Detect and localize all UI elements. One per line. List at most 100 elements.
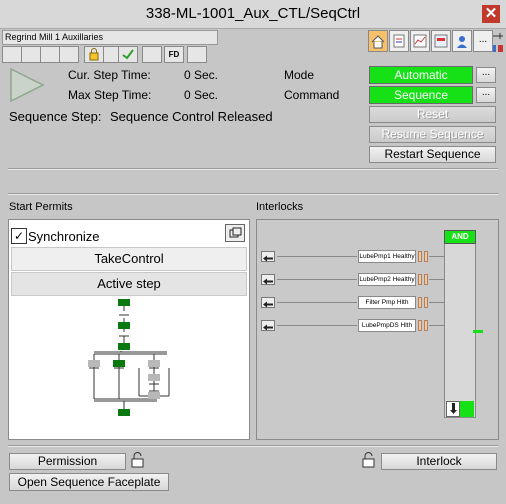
command-value-display: Sequence Running xyxy=(369,86,473,118)
interlock-contact-right xyxy=(424,251,428,262)
trend-icon xyxy=(413,34,427,48)
interlocks-panel: LubePmp1 Healthy LubePmp2 Healthy Filter P… xyxy=(256,219,499,440)
restart-sequence-button[interactable]: Restart Sequence xyxy=(369,146,496,163)
sequence-step-block-branch-5[interactable] xyxy=(148,392,160,399)
and-output-indicator xyxy=(460,401,474,417)
checkmark-icon xyxy=(122,49,134,60)
interlock-contact-left xyxy=(418,251,422,262)
notes-icon xyxy=(393,34,405,48)
arrow-left-icon xyxy=(263,324,273,331)
mode-value-display: Automatic xyxy=(369,66,473,84)
priority-icon[interactable] xyxy=(492,42,504,52)
max-step-time-label: Max Step Time: xyxy=(68,88,152,102)
play-icon xyxy=(10,67,45,103)
user-button[interactable] xyxy=(452,30,472,52)
open-sequence-faceplate-button[interactable]: Open Sequence Faceplate xyxy=(9,473,169,491)
sequence-step-block-2[interactable] xyxy=(118,322,130,329)
interlock-label: LubePmp1 Healthy xyxy=(358,250,416,263)
status-cell-4 xyxy=(59,46,79,63)
interlock-label: Filter Pmp Hlth xyxy=(358,296,416,309)
interlock-contact-left xyxy=(418,320,422,331)
home-button[interactable] xyxy=(368,30,388,52)
play-state-indicator xyxy=(8,66,46,104)
close-button[interactable]: ✕ xyxy=(482,5,500,23)
and-gate: AND xyxy=(444,230,483,418)
interlock-contact-left xyxy=(418,297,422,308)
expand-down-button[interactable] xyxy=(446,401,460,417)
interlocks-title: Interlocks xyxy=(256,201,304,213)
sequence-step-block-start[interactable] xyxy=(118,299,130,306)
sequence-step-block-end[interactable] xyxy=(118,409,130,416)
permission-button[interactable]: Permission xyxy=(9,453,126,470)
status-cell-3 xyxy=(40,46,60,63)
interlock-bypass-button[interactable] xyxy=(261,251,275,262)
mode-more-button[interactable]: ... xyxy=(476,67,496,83)
trend-button[interactable] xyxy=(410,30,430,52)
sequence-step-label: Sequence Step: xyxy=(9,109,102,124)
sequence-step-block-branch-4[interactable] xyxy=(148,374,160,381)
synchronize-label: Synchronize xyxy=(28,229,100,244)
sequence-diagram xyxy=(88,299,170,416)
arrow-left-icon xyxy=(263,301,273,308)
user-icon xyxy=(457,36,467,48)
max-step-time-unit: Sec. xyxy=(194,88,219,102)
separator-mid xyxy=(8,193,498,195)
cur-step-time-unit: Sec. xyxy=(194,68,219,82)
interlock-bypass-button[interactable] xyxy=(261,320,275,331)
interlock-bypass-button[interactable] xyxy=(261,274,275,285)
interlock-bypass-button[interactable] xyxy=(261,297,275,308)
interlock-label: LubePmpDS Hlth xyxy=(358,319,416,332)
cur-step-time-value: 0 xyxy=(184,68,191,82)
window-title: 338-ML-1001_Aux_CTL/SeqCtrl xyxy=(145,5,361,22)
popout-button[interactable] xyxy=(225,224,245,242)
arrow-down-icon xyxy=(450,403,457,414)
lock-status-cell xyxy=(84,46,104,63)
interlock-contact-right xyxy=(424,320,428,331)
area-name: Regrind Mill 1 Auxillaries xyxy=(2,30,218,45)
start-permits-title: Start Permits xyxy=(9,201,73,213)
resume-sequence-button[interactable]: Resume Sequence xyxy=(369,126,496,143)
status-cell-1 xyxy=(2,46,22,63)
status-cell-2 xyxy=(21,46,41,63)
pin-icon[interactable] xyxy=(492,30,504,40)
sequence-step-block-branch-1[interactable] xyxy=(88,360,100,367)
toolbar-more-button[interactable]: ... xyxy=(473,30,493,52)
faceplate-icon xyxy=(434,34,448,48)
interlock-contact-right xyxy=(424,297,428,308)
active-step-button[interactable]: Active step xyxy=(11,272,247,296)
interlock-lock-icon xyxy=(360,451,376,469)
status-cell-10 xyxy=(187,46,207,63)
sequence-step-block-branch-3[interactable] xyxy=(148,360,160,367)
title-bar: 338-ML-1001_Aux_CTL/SeqCtrl ✕ xyxy=(0,0,506,29)
interlock-contact-left xyxy=(418,274,422,285)
arrow-left-icon xyxy=(263,255,273,262)
check-status-cell xyxy=(118,46,138,63)
status-cell-8 xyxy=(142,46,162,63)
fd-status-cell: FD xyxy=(164,46,184,63)
interlock-line xyxy=(277,325,357,326)
interlock-button[interactable]: Interlock xyxy=(381,453,497,470)
cur-step-time-label: Cur. Step Time: xyxy=(68,68,151,82)
synchronize-checkbox[interactable]: ✓ xyxy=(11,228,27,244)
start-permits-panel: ✓ Synchronize TakeControl Active step xyxy=(8,219,250,440)
command-more-button[interactable]: ... xyxy=(476,87,496,103)
mode-label: Mode xyxy=(284,68,315,82)
interlock-line xyxy=(277,302,357,303)
faceplate-button[interactable] xyxy=(431,30,451,52)
arrow-left-icon xyxy=(263,278,273,285)
reset-button[interactable]: Reset xyxy=(369,106,496,123)
take-control-button[interactable]: TakeControl xyxy=(11,247,247,271)
lock-icon xyxy=(89,48,99,61)
notes-button[interactable] xyxy=(389,30,409,52)
window-restore-icon xyxy=(229,227,242,238)
and-label: AND xyxy=(444,230,476,244)
sequence-step-block-branch-2[interactable] xyxy=(113,360,125,367)
sequence-step-block-3[interactable] xyxy=(118,343,130,350)
separator-top xyxy=(8,168,498,170)
home-icon xyxy=(371,35,385,49)
interlock-line xyxy=(277,279,357,280)
interlock-label: LubePmp2 Healthy xyxy=(358,273,416,286)
interlock-line xyxy=(277,256,357,257)
and-output-line xyxy=(473,330,483,333)
sequence-step-value: Sequence Control Released xyxy=(110,109,273,124)
